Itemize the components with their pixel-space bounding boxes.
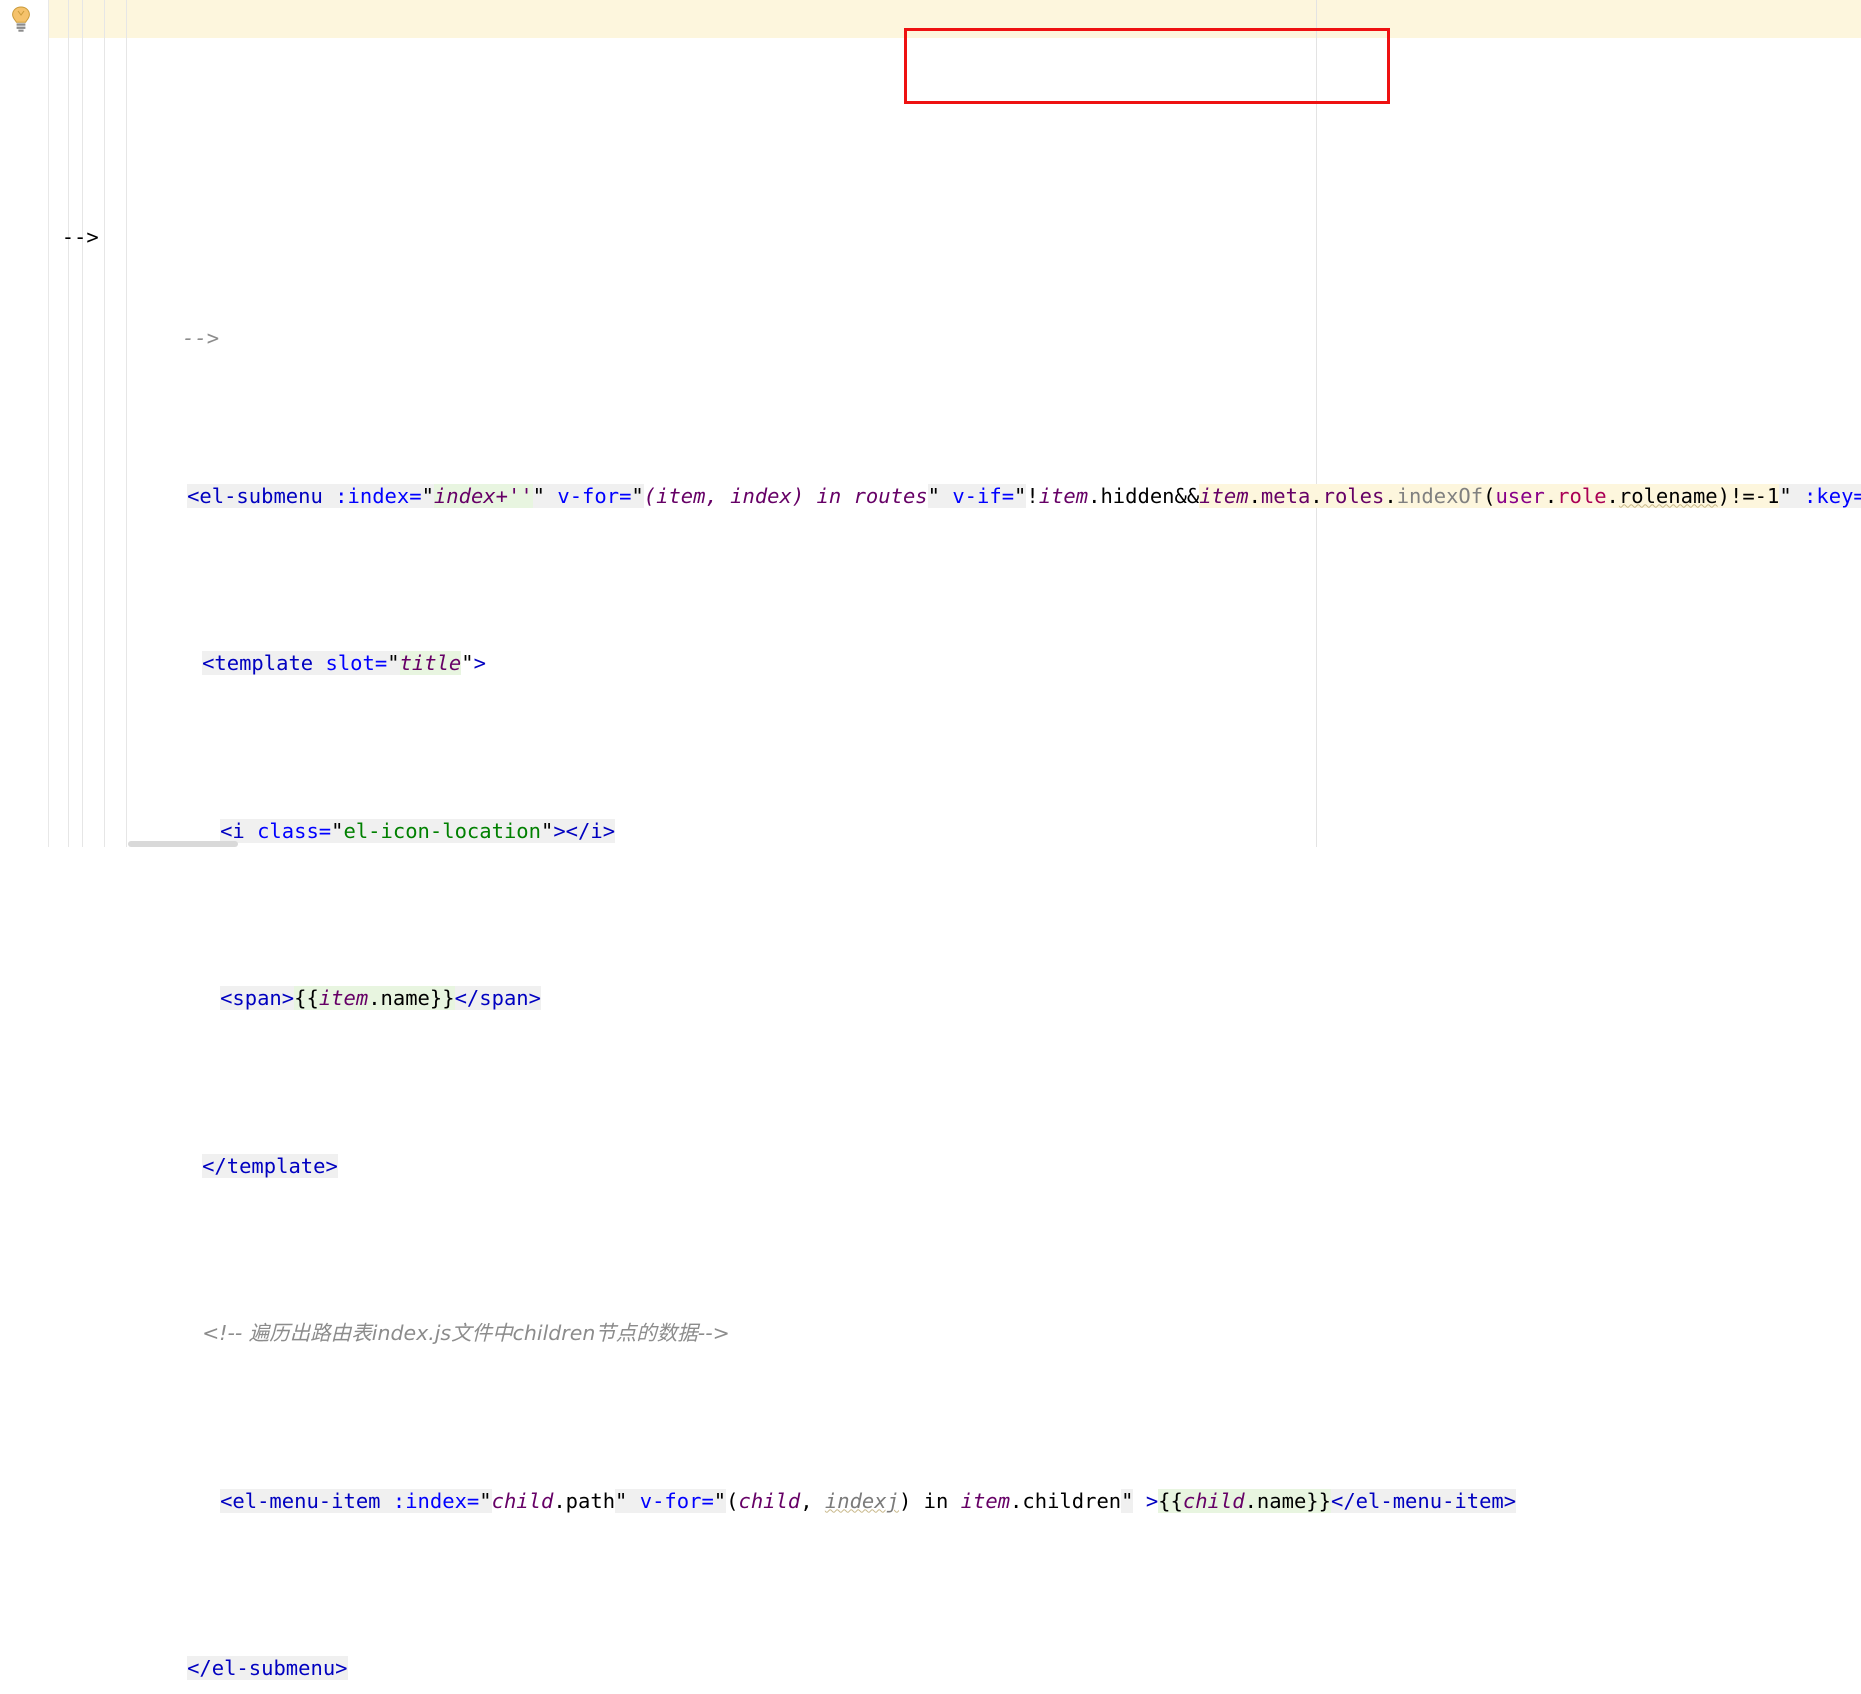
code-line[interactable]: 部分对应需要的菜单条件，所以不能识别 bbox=[0, 134, 1861, 154]
attr-name: slot= bbox=[325, 651, 388, 675]
code-text: --> bbox=[182, 325, 220, 350]
tag-name: <el-submenu bbox=[187, 483, 323, 508]
tag-close: ></i> bbox=[553, 818, 616, 843]
code-content[interactable]: 部分对应需要的菜单条件，所以不能识别 --> --> <el-submenu :… bbox=[0, 0, 1861, 1680]
attr-name: class= bbox=[257, 818, 332, 843]
code-line[interactable]: --> bbox=[0, 288, 1861, 350]
tag-close: </el-menu-item> bbox=[1330, 1488, 1517, 1513]
code-comment: <!-- 遍历出路由表index.js文件中children节点的数据--> bbox=[202, 1321, 730, 1345]
tag-close: </span> bbox=[454, 986, 541, 1010]
tag-close: </template> bbox=[202, 1153, 338, 1178]
attr-value: index+'' bbox=[433, 483, 533, 508]
attr-value: (item, index) in routes bbox=[643, 483, 928, 508]
expr-ident: indexj bbox=[824, 1488, 899, 1513]
attr-name: v-for= bbox=[557, 483, 632, 508]
attr-name: :index= bbox=[392, 1488, 480, 1513]
code-editor[interactable]: 部分对应需要的菜单条件，所以不能识别 --> --> <el-submenu :… bbox=[0, 0, 1861, 1680]
tag-close: > bbox=[473, 651, 486, 675]
horizontal-scrollbar[interactable] bbox=[128, 841, 238, 847]
tag-name: <span> bbox=[220, 986, 295, 1010]
code-line-template-close[interactable]: </template> bbox=[0, 1116, 1861, 1178]
code-line-el-submenu[interactable]: <el-submenu :index="index+''" v-for="(it… bbox=[0, 446, 1861, 508]
method-call: indexOf bbox=[1396, 483, 1484, 508]
code-line-comment[interactable]: <!-- 遍历出路由表index.js文件中children节点的数据--> bbox=[0, 1284, 1861, 1345]
attr-name: :index= bbox=[335, 483, 422, 508]
attr-name: v-for= bbox=[639, 1488, 714, 1513]
code-line-span[interactable]: <span>{{item.name}}</span> bbox=[0, 949, 1861, 1010]
attr-name: v-if= bbox=[952, 483, 1015, 508]
code-line-template[interactable]: <template slot="title"> bbox=[0, 614, 1861, 675]
attr-value: title bbox=[399, 651, 462, 675]
tag-name: <el-menu-item bbox=[220, 1488, 381, 1513]
code-line-el-submenu-close[interactable]: </el-submenu> bbox=[0, 1619, 1861, 1680]
tag-gt: > bbox=[1133, 1488, 1159, 1513]
tag-name: <i bbox=[220, 818, 245, 843]
tag-close: </el-submenu> bbox=[187, 1656, 348, 1680]
attr-name: :key= bbox=[1804, 483, 1861, 508]
tag-name: <template bbox=[202, 651, 314, 675]
code-line-icon[interactable]: <i class="el-icon-location"></i> bbox=[0, 781, 1861, 843]
attr-value: el-icon-location bbox=[343, 818, 541, 843]
code-line-el-menu-item[interactable]: <el-menu-item :index="child.path" v-for=… bbox=[0, 1451, 1861, 1513]
